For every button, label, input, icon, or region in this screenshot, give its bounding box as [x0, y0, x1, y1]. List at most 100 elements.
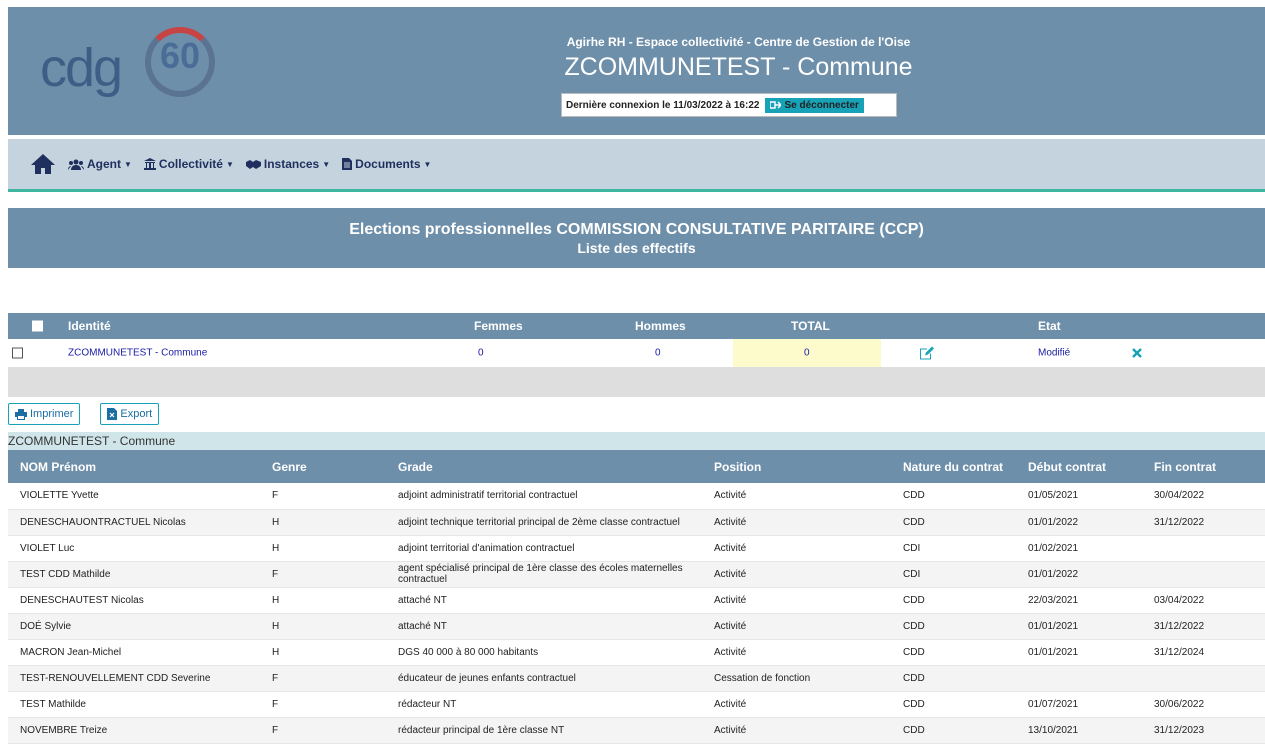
file-excel-icon — [107, 408, 118, 420]
nav-instances-label: Instances — [263, 157, 320, 171]
cell-genre: H — [260, 613, 386, 640]
cell-genre: H — [260, 509, 386, 536]
total-count: 0 — [804, 347, 810, 359]
app-header: cdg 60 Agirhe RH - Espace collectivité -… — [8, 7, 1265, 135]
cell-genre: F — [260, 691, 386, 718]
cell-nature: CDD — [891, 509, 1016, 536]
session-box: Dernière connexion le 11/03/2022 à 16:22… — [561, 93, 897, 117]
edit-icon[interactable] — [920, 346, 934, 360]
col-position[interactable]: Position — [702, 450, 891, 483]
cell-nature: CDI — [891, 561, 1016, 588]
print-button[interactable]: Imprimer — [8, 403, 81, 425]
cell-nom: VIOLETTE Yvette — [8, 483, 260, 510]
nav-agent[interactable]: Agent ▼ — [68, 157, 132, 171]
col-fin-contrat[interactable]: Fin contrat — [1142, 450, 1265, 483]
summary-footer — [8, 367, 1265, 397]
cell-nom: DENESCHAUONTRACTUEL Nicolas — [8, 509, 260, 536]
cell-grade: attaché NT — [386, 587, 702, 614]
logout-label: Se déconnecter — [784, 99, 859, 111]
cell-debut: 01/01/2021 — [1016, 639, 1142, 666]
main-navbar: Agent ▼ Collectivité ▼ Instances ▼ Document… — [8, 139, 1265, 192]
logout-button[interactable]: Se déconnecter — [765, 97, 864, 113]
nav-documents-label: Documents — [355, 157, 421, 171]
table-row[interactable]: TEST-RENOUVELLEMENT CDD Severine Féducate… — [8, 665, 1265, 692]
select-all-checkbox[interactable] — [32, 320, 43, 332]
cell-grade: DGS 40 000 à 80 000 habitants — [386, 639, 702, 666]
cell-grade: rédacteur NT — [386, 691, 702, 718]
table-row[interactable]: NOVEMBRE Treize Frédacteur principal de 1… — [8, 717, 1265, 744]
cell-nature: CDD — [891, 665, 1016, 692]
chevron-down-icon: ▼ — [124, 159, 132, 169]
file-icon — [342, 158, 353, 170]
hommes-count: 0 — [655, 347, 661, 359]
cell-fin: 31/12/2022 — [1142, 509, 1265, 536]
cell-debut — [1016, 665, 1142, 692]
cell-fin: 03/04/2022 — [1142, 587, 1265, 614]
cell-grade: rédacteur principal de 1ère classe NT — [386, 717, 702, 744]
close-icon[interactable] — [1132, 348, 1142, 358]
chevron-down-icon: ▼ — [423, 159, 432, 169]
sign-out-icon — [770, 101, 782, 109]
table-row[interactable]: VIOLET Luc Hadjoint territorial d'animati… — [8, 535, 1265, 562]
print-label: Imprimer — [30, 408, 74, 420]
chevron-down-icon: ▼ — [225, 159, 234, 169]
header-hommes: Hommes — [635, 319, 686, 333]
col-nature-contrat[interactable]: Nature du contrat — [891, 450, 1016, 483]
cell-debut: 01/01/2022 — [1016, 509, 1142, 536]
cell-fin — [1142, 535, 1265, 562]
cell-nom: NOVEMBRE Treize — [8, 717, 260, 744]
home-icon[interactable] — [30, 153, 56, 175]
cell-nom: TEST-RENOUVELLEMENT CDD Severine — [8, 665, 260, 692]
table-row[interactable]: TEST Mathilde Frédacteur NT Activité CDD 01/… — [8, 691, 1265, 718]
col-genre[interactable]: Genre — [260, 450, 386, 483]
cell-nom: DENESCHAUTEST Nicolas — [8, 587, 260, 614]
cell-fin — [1142, 665, 1265, 692]
nav-collectivite[interactable]: Collectivité ▼ — [143, 157, 234, 171]
cell-position: Activité — [702, 561, 891, 588]
agents-header-row: NOM Prénom Genre Grade Position Nature d… — [8, 450, 1265, 483]
header-etat: Etat — [1038, 319, 1061, 333]
cell-genre: H — [260, 535, 386, 562]
cell-debut: 01/01/2021 — [1016, 613, 1142, 640]
table-row[interactable]: VIOLETTE Yvette Fadjoint administratif te… — [8, 483, 1265, 510]
export-label: Export — [120, 408, 153, 420]
cell-grade: adjoint technique territorial principal … — [386, 509, 702, 536]
cell-genre: H — [260, 587, 386, 614]
cell-nom: MACRON Jean-Michel — [8, 639, 260, 666]
cell-nature: CDD — [891, 483, 1016, 510]
cell-genre: F — [260, 483, 386, 510]
col-debut-contrat[interactable]: Début contrat — [1016, 450, 1142, 483]
cell-grade: adjoint administratif territorial contra… — [386, 483, 702, 510]
nav-documents[interactable]: Documents ▼ — [342, 157, 431, 171]
last-login-text: Dernière connexion le 11/03/2022 à 16:22 — [566, 99, 760, 111]
row-checkbox[interactable] — [12, 347, 23, 359]
cell-genre: F — [260, 665, 386, 692]
export-button[interactable]: Export — [100, 403, 160, 425]
cell-position: Activité — [702, 639, 891, 666]
col-nom-prenom[interactable]: NOM Prénom — [8, 450, 260, 483]
table-row[interactable]: MACRON Jean-Michel H DGS 40 000 à 80 000 h… — [8, 639, 1265, 666]
cell-fin: 31/12/2024 — [1142, 639, 1265, 666]
cell-grade: attaché NT — [386, 613, 702, 640]
cell-nom: TEST CDD Mathilde — [8, 561, 260, 588]
cell-nature: CDI — [891, 535, 1016, 562]
cell-fin — [1142, 561, 1265, 588]
nav-agent-label: Agent — [87, 157, 121, 171]
table-row[interactable]: DENESCHAUTEST Nicolas Hattaché NT Activité… — [8, 587, 1265, 614]
col-grade[interactable]: Grade — [386, 450, 702, 483]
cell-nom: TEST Mathilde — [8, 691, 260, 718]
identite-link[interactable]: ZCOMMUNETEST - Commune — [68, 348, 207, 359]
cell-position: Activité — [702, 587, 891, 614]
cell-position: Activité — [702, 509, 891, 536]
table-row[interactable]: DENESCHAUONTRACTUEL Nicolas Hadjoint tech… — [8, 509, 1265, 536]
nav-instances[interactable]: Instances ▼ — [245, 157, 330, 171]
table-row[interactable]: TEST CDD Mathilde Fagent spécialisé princ… — [8, 561, 1265, 588]
cell-nature: CDD — [891, 691, 1016, 718]
header-identite: Identité — [68, 319, 111, 333]
cell-fin: 30/06/2022 — [1142, 691, 1265, 718]
cell-debut: 13/10/2021 — [1016, 717, 1142, 744]
cell-position: Activité — [702, 535, 891, 562]
cell-fin: 30/04/2022 — [1142, 483, 1265, 510]
table-row[interactable]: DOÉ Sylvie Hattaché NT Activité CDD 01/01/20… — [8, 613, 1265, 640]
cell-fin: 31/12/2023 — [1142, 717, 1265, 744]
